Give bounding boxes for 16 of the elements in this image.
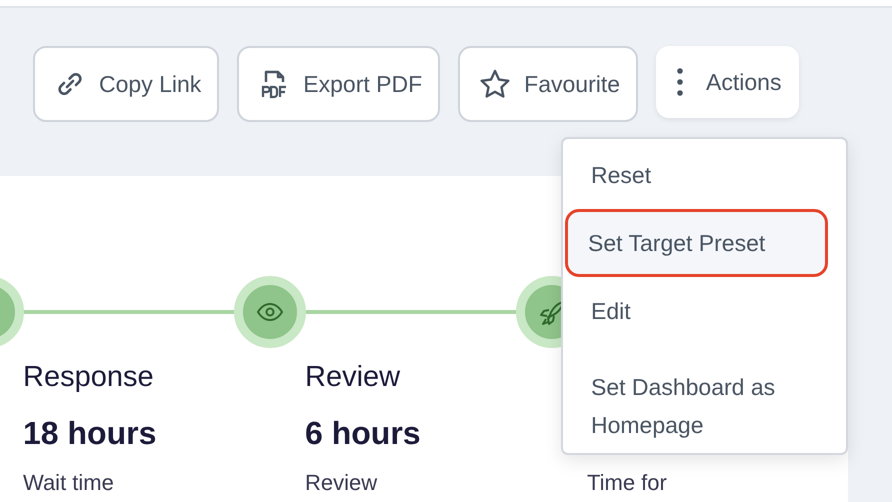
menu-item[interactable]: Edit: [563, 289, 846, 333]
stage-description: Wait time: [23, 470, 114, 495]
toolbar-button[interactable]: Export PDF: [237, 46, 440, 122]
stage-title: Review: [305, 361, 400, 393]
menu-item[interactable]: Reset: [563, 153, 846, 197]
menu-item[interactable]: Set Target Preset: [565, 209, 828, 277]
toolbar-button[interactable]: Favourite: [458, 46, 638, 122]
stage-duration: 6 hours: [305, 415, 421, 451]
menu-item[interactable]: Set Dashboard as Homepage: [563, 365, 846, 447]
kebab-menu-icon: [676, 67, 684, 97]
stage-title: Response: [23, 361, 154, 393]
stage-duration: 18 hours: [23, 415, 156, 451]
toolbar-button[interactable]: Copy Link: [33, 46, 220, 122]
actions-menu-button[interactable]: Actions: [656, 46, 800, 118]
stage-description: Review: [305, 470, 378, 495]
stage-description: Time for: [587, 470, 667, 495]
